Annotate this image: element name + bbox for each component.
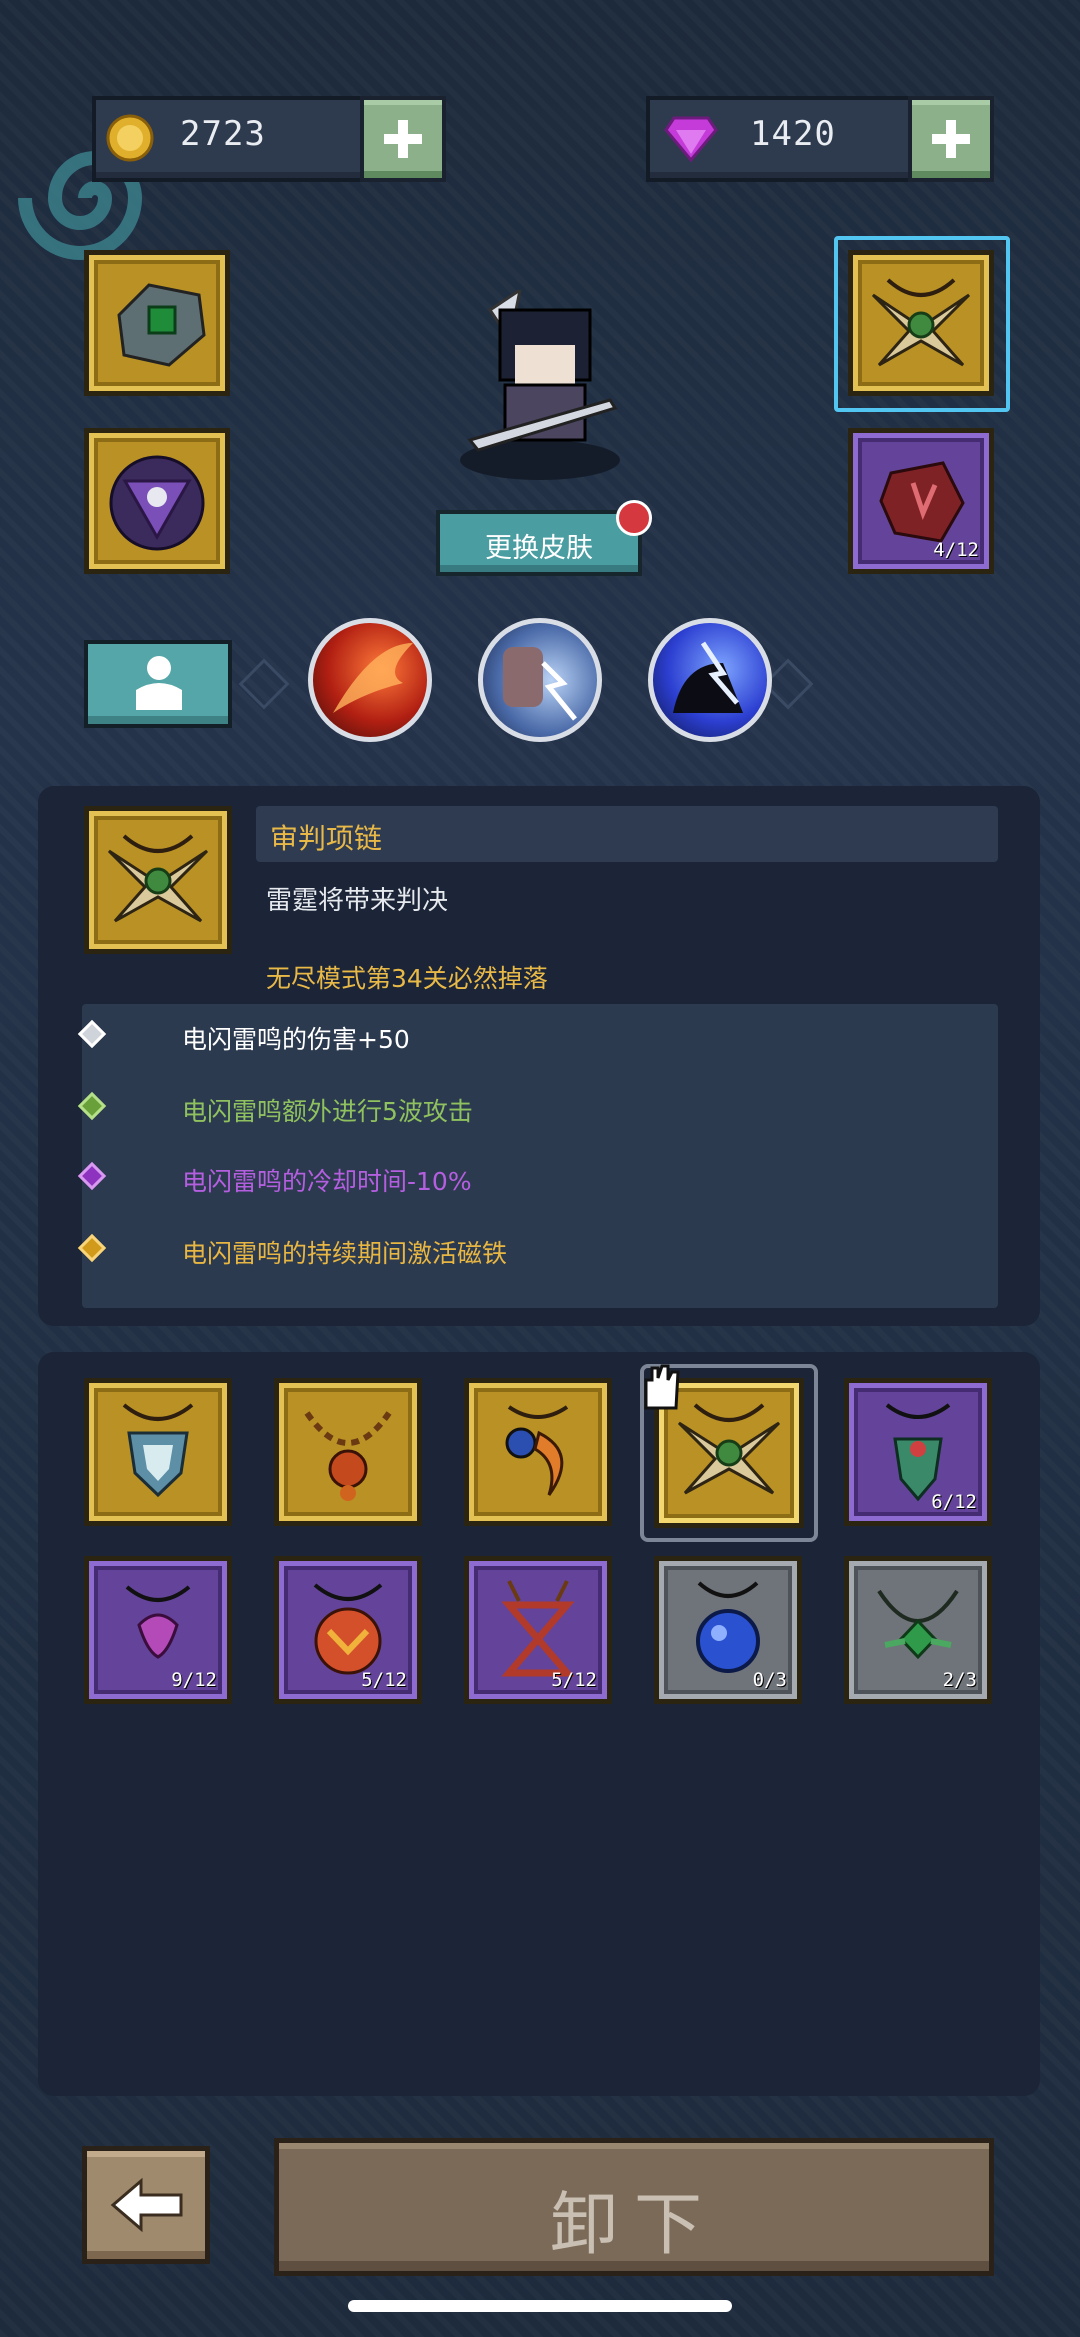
notification-dot: [616, 500, 652, 536]
item-description: 雷霆将带来判决: [266, 886, 449, 916]
item-name: 审判项链: [270, 822, 383, 855]
inventory-item[interactable]: [274, 1378, 422, 1526]
fire-slash-icon[interactable]: [308, 618, 432, 742]
judgment-necklace-icon: [677, 1403, 781, 1495]
item-stats-box: 电闪雷鸣的伤害+50 电闪雷鸣额外进行5波攻击 电闪雷鸣的冷却时间-10% 电闪…: [77, 1004, 998, 1308]
back-arrow-icon: [110, 2177, 183, 2233]
equip-slot-amulet[interactable]: [84, 428, 230, 574]
eye-fang-necklace-icon: [505, 1405, 569, 1496]
detail-item-icon: [84, 806, 232, 954]
inventory-item[interactable]: 5/12: [274, 1556, 422, 1704]
gold-amount: 2723: [180, 114, 266, 154]
lightning-fist-icon[interactable]: [478, 618, 602, 742]
stat-line: 电闪雷鸣额外进行5波攻击: [77, 1091, 473, 1128]
item-count: 2/3: [942, 1669, 977, 1691]
equip-slot-necklace[interactable]: [848, 250, 994, 396]
stat-line: 电闪雷鸣的伤害+50: [77, 1019, 410, 1056]
inventory-item[interactable]: 0/3: [654, 1556, 802, 1704]
inventory-item[interactable]: [84, 1378, 232, 1526]
change-skin-button[interactable]: 更换皮肤: [436, 500, 652, 576]
character-button[interactable]: [84, 640, 232, 728]
inventory-item[interactable]: 6/12: [844, 1378, 992, 1526]
crystal-count: 4/12: [933, 539, 979, 561]
emerald-armor-icon: [117, 283, 206, 367]
stat-line: 电闪雷鸣的冷却时间-10%: [77, 1161, 472, 1198]
equip-slot-crystal[interactable]: 4/12: [848, 428, 994, 574]
gem-counter: 1420: [646, 96, 994, 182]
hand-cursor-icon: [644, 1364, 680, 1410]
purple-gem-icon: [664, 116, 718, 162]
add-gold-button[interactable]: [360, 96, 446, 182]
item-count: 5/12: [551, 1669, 597, 1691]
item-count: 9/12: [171, 1669, 217, 1691]
inventory-item[interactable]: 9/12: [84, 1556, 232, 1704]
unequip-label: 卸下: [549, 2186, 718, 2265]
item-drop-info: 无尽模式第34关必然掉落: [266, 964, 548, 993]
item-count: 5/12: [361, 1669, 407, 1691]
equip-slot-armor[interactable]: [84, 250, 230, 396]
gold-coin-icon: [106, 114, 154, 162]
triangle-amulet-icon: [109, 455, 205, 551]
back-button[interactable]: [82, 2146, 210, 2264]
item-count: 6/12: [931, 1491, 977, 1513]
gold-counter: 2723: [92, 96, 446, 182]
stat-line: 电闪雷鸣的持续期间激活磁铁: [77, 1233, 507, 1270]
amber-bead-necklace-icon: [304, 1411, 392, 1501]
person-icon: [136, 656, 182, 710]
crest-necklace-icon: [122, 1403, 194, 1498]
unequip-button[interactable]: 卸下: [274, 2138, 994, 2276]
gem-amount: 1420: [750, 114, 836, 154]
home-indicator[interactable]: [348, 2300, 732, 2312]
change-skin-label: 更换皮肤: [485, 533, 593, 564]
inventory-item[interactable]: 5/12: [464, 1556, 612, 1704]
item-name-bar: 审判项链: [256, 806, 998, 862]
lightning-bell-icon[interactable]: [648, 618, 772, 742]
inventory-item[interactable]: 2/3: [844, 1556, 992, 1704]
judgment-necklace-icon: [107, 834, 209, 923]
item-count: 0/3: [752, 1669, 787, 1691]
add-gems-button[interactable]: [908, 96, 994, 182]
inventory-item[interactable]: [464, 1378, 612, 1526]
hero-character: [467, 290, 618, 452]
judgment-necklace-icon: [871, 278, 971, 367]
